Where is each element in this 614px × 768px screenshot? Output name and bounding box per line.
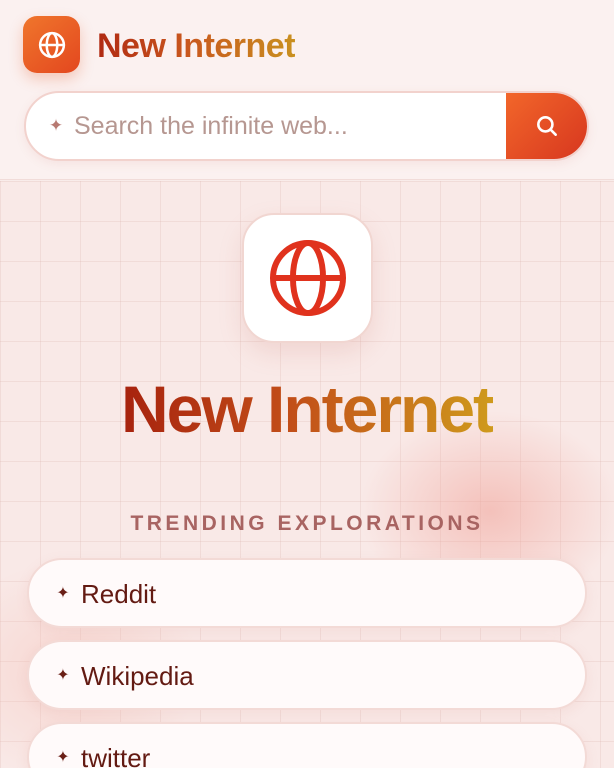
hero-logo [242,213,373,343]
trending-item-label: Reddit [81,579,157,609]
sparkle-icon: ✦ [56,667,70,684]
hero-title-text: New Internet [120,372,495,446]
trending-item-reddit[interactable]: ✦ Reddit [27,558,587,628]
app-logo[interactable] [23,16,80,73]
sparkle-icon: ✦ [56,585,70,602]
trending-item-label: twitter [81,743,151,768]
search-input[interactable] [74,101,504,151]
search-icon [536,116,557,136]
globe-icon [269,240,346,316]
globe-icon [38,31,65,58]
trending-item-label: Wikipedia [81,661,194,691]
trending-item-twitter[interactable]: ✦ twitter [27,722,587,768]
trending-heading: TRENDING EXPLORATIONS [130,512,484,535]
brand-title[interactable]: New Internet [97,24,296,68]
app-header: New Internet ✦ [0,0,614,180]
trending-item-wikipedia[interactable]: ✦ Wikipedia [27,640,587,710]
hero-title: New Internet [0,373,614,445]
search-bar: ✦ [24,91,589,161]
main-content: New Internet TRENDING EXPLORATIONS ✦ Red… [0,181,614,768]
sparkle-icon: ✦ [56,749,70,766]
search-button[interactable] [506,93,587,159]
sparkle-icon: ✦ [48,116,64,135]
